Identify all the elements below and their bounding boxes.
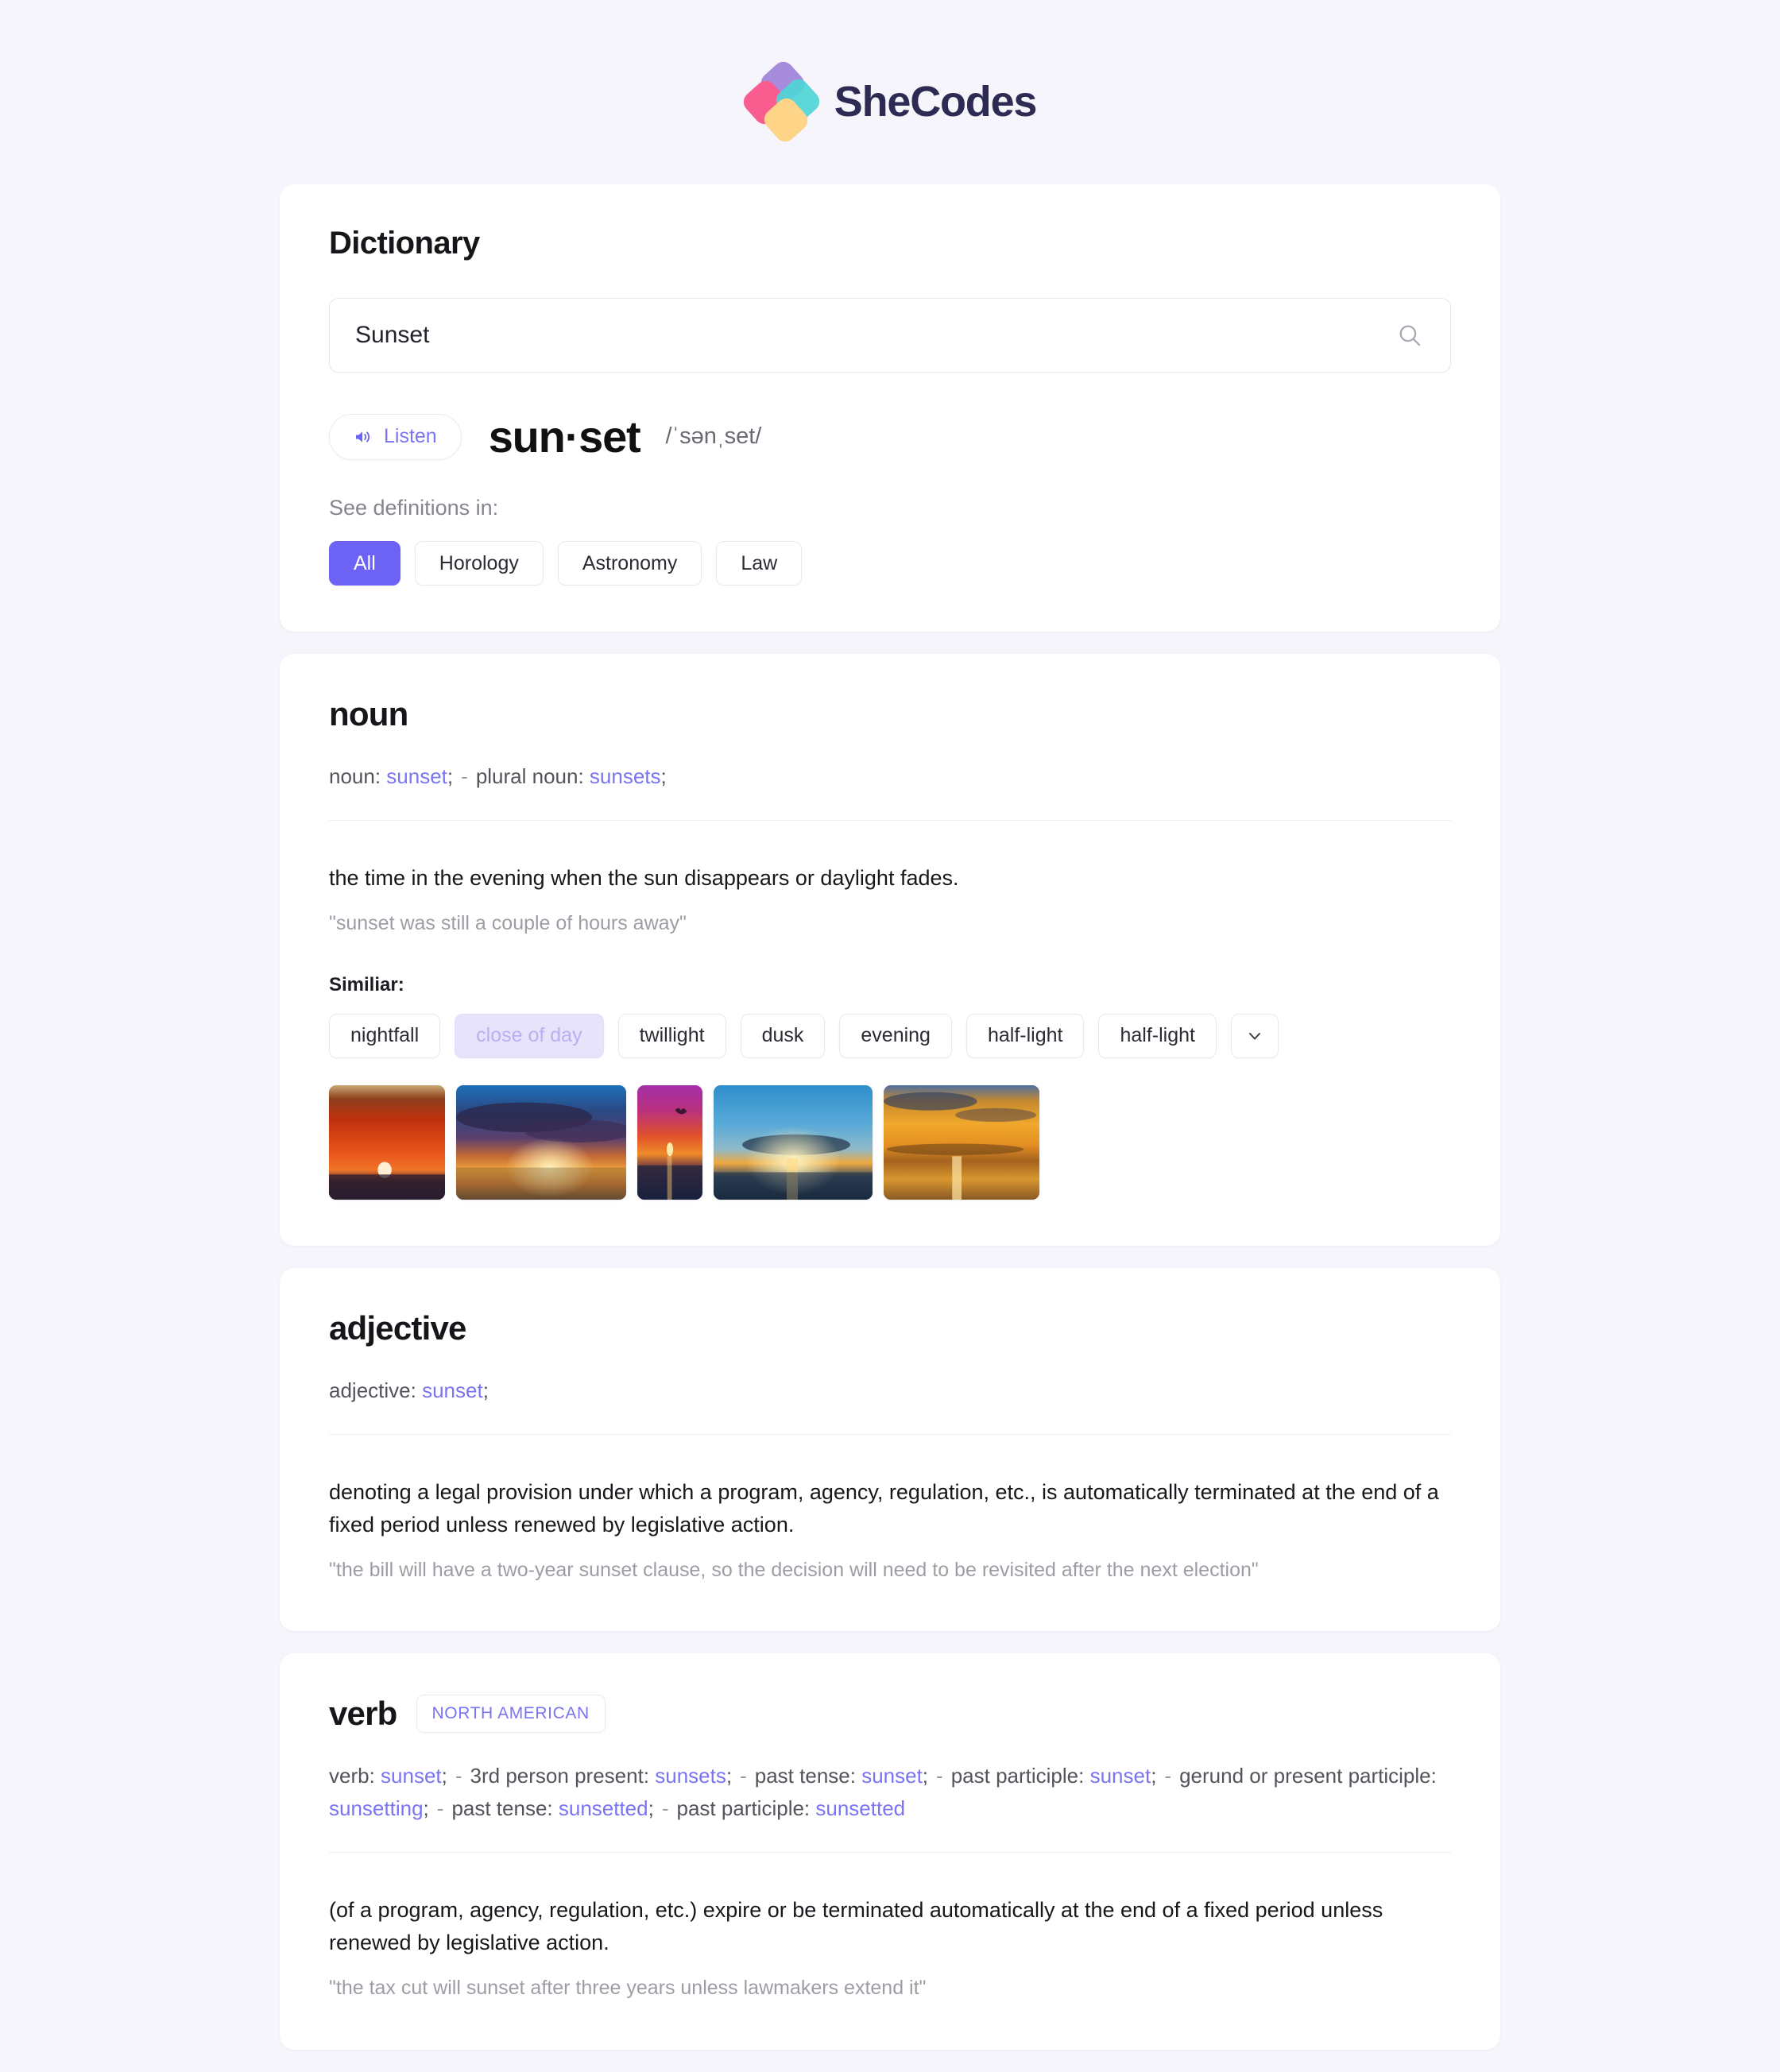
part-of-speech-header: verb NORTH AMERICAN [329,1695,1451,1734]
synonym-chip[interactable]: dusk [740,1013,826,1058]
category-chip-astronomy[interactable]: Astronomy [557,541,702,586]
category-filter-row: All Horology Astronomy Law [329,541,1451,586]
inflection-value[interactable]: sunset [422,1378,483,1402]
category-chip-horology[interactable]: Horology [414,541,544,586]
inflection-punct: ; [482,1378,489,1402]
example-text: "the bill will have a two-year sunset cl… [329,1558,1259,1581]
example-text: "sunset was still a couple of hours away… [329,912,687,935]
logo-wordmark: SheCodes [834,78,1038,126]
inflection-value[interactable]: sunsetting [329,1796,424,1820]
sunset-photo-magenta-bird[interactable] [637,1084,702,1200]
inflection-label: past tense: [754,1764,862,1788]
part-of-speech-title: noun [329,695,408,733]
section-divider [329,1433,1451,1435]
definition-text: denoting a legal provision under which a… [329,1479,1439,1537]
synonym-chip[interactable]: close of day [455,1013,604,1058]
definition-card-verb: verb NORTH AMERICAN verb: sunset; -3rd pers… [280,1653,1500,2050]
site-header: SheCodes [0,0,1780,184]
inflection-value[interactable]: sunsetted [559,1796,648,1820]
synonym-chip[interactable]: twillight [617,1013,726,1058]
inflection-separator: - [455,1764,462,1788]
inflection-label: past tense: [451,1796,559,1821]
inflection-value[interactable]: sunsetted [815,1796,905,1820]
shecodes-logo[interactable]: SheCodes [739,57,1038,146]
inflection-separator: - [1164,1764,1172,1788]
synonym-chip[interactable]: half-light [1098,1013,1217,1058]
listen-button[interactable]: Listen [329,413,462,460]
inflection-label: past participle: [950,1764,1090,1788]
category-chip-all[interactable]: All [329,541,400,586]
inflections-line: noun: sunset; - plural noun: sunsets; [329,760,1451,793]
inflection-separator: - [740,1764,747,1788]
chevron-down-icon[interactable] [1230,1013,1279,1058]
synonym-chip[interactable]: half-light [965,1013,1085,1058]
inflections-line: adjective: sunset; [329,1374,1451,1407]
inflection-punct: ; [423,1796,429,1821]
page-title: Dictionary [329,226,480,261]
synonym-row: nightfall close of day twillight dusk evenin… [329,1013,1451,1058]
inflection-separator: - [936,1764,943,1788]
inflection-value[interactable]: sunsets [655,1764,726,1788]
definition-text: (of a program, agency, regulation, etc.)… [329,1898,1383,1955]
inflection-value[interactable]: sunset [1090,1764,1151,1788]
inflections-line: verb: sunset; -3rd person present: sunset… [329,1760,1451,1825]
search-input[interactable] [330,299,1450,372]
inflection-separator: - [436,1796,444,1821]
inflection-punct: ; [922,1764,929,1788]
inflection-label: noun: [329,764,387,788]
inflection-separator: - [461,764,468,788]
category-chip-law[interactable]: Law [716,541,803,586]
inflection-label: verb: [329,1764,381,1788]
synonym-chip[interactable]: nightfall [329,1013,441,1058]
headword: sun·set [488,412,641,462]
synonym-chip[interactable]: evening [839,1013,952,1058]
section-divider [329,1852,1451,1854]
dictionary-search-card: Dictionary Sunset Listen sun·set /ˈsənˌs… [280,184,1500,632]
listen-label: Listen [384,425,437,447]
inflection-punct: ; [441,1764,447,1788]
sunset-photo-golden-sky[interactable] [884,1084,1039,1200]
part-of-speech-title: adjective [329,1309,466,1347]
inflection-label: 3rd person present: [470,1764,656,1788]
search-field[interactable] [329,298,1451,373]
inflection-value[interactable]: sunset [861,1764,923,1788]
inflection-value[interactable]: sunset [381,1764,442,1788]
page-root: SheCodes Dictionary Sunset Listen sun·se… [0,0,1780,2072]
definition-card-noun: noun noun: sunset; - plural noun: sunsets; t… [280,654,1500,1246]
inflection-label: past participle: [676,1796,816,1821]
region-badge: NORTH AMERICAN [416,1695,606,1734]
part-of-speech-header: adjective [329,1309,1451,1347]
phonetic-transcription: /ˈsənˌset/ [665,423,762,449]
search-icon[interactable] [1396,322,1423,349]
part-of-speech-title: verb [329,1695,397,1733]
pronunciation-row: Listen sun·set /ˈsənˌset/ [329,411,1451,462]
inflection-punct: ; [660,764,667,788]
sunset-photo-rays-cloud[interactable] [714,1084,873,1200]
similar-label: Similiar: [329,973,404,995]
section-divider [329,820,1451,821]
definition-sections: noun noun: sunset; - plural noun: sunsets; t… [0,654,1780,2050]
inflection-punct: ; [726,1764,733,1788]
definition-text: the time in the evening when the sun dis… [329,866,959,891]
shecodes-logo-icon [739,57,824,146]
see-definitions-label: See definitions in: [329,496,499,520]
inflection-label: plural noun: [475,764,590,788]
definition-card-adjective: adjective adjective: sunset; denoting a le… [280,1267,1500,1632]
inflection-separator: - [661,1796,669,1821]
sunset-photo-blue-clouds[interactable] [456,1084,626,1200]
inflection-label: gerund or present participle: [1179,1764,1437,1788]
inflection-punct: ; [648,1796,654,1821]
inflection-value[interactable]: sunset [386,764,447,788]
inflection-value[interactable]: sunsets [590,764,661,788]
part-of-speech-header: noun [329,695,1451,733]
photo-strip [329,1084,1451,1200]
example-text: "the tax cut will sunset after three yea… [329,1977,927,2000]
inflection-label: adjective: [329,1378,423,1402]
sunset-photo-red-ocean[interactable] [329,1084,445,1200]
speaker-icon [354,427,373,446]
